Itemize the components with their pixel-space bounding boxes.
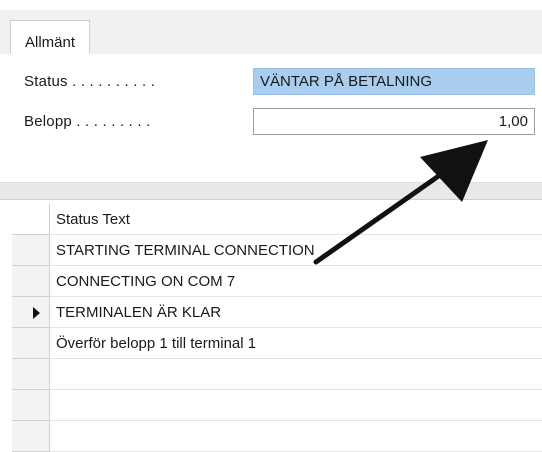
tab-bar: Allmänt: [0, 10, 542, 64]
status-text-cell[interactable]: Överför belopp 1 till terminal 1: [50, 328, 542, 359]
row-selector[interactable]: [12, 359, 50, 390]
status-label: Status . . . . . . . . . .: [24, 73, 156, 90]
status-text-cell[interactable]: STARTING TERMINAL CONNECTION: [50, 235, 542, 266]
table-row-current[interactable]: TERMINALEN ÄR KLAR: [0, 297, 542, 328]
table-row[interactable]: CONNECTING ON COM 7: [0, 266, 542, 297]
splitter-bar[interactable]: [0, 182, 542, 200]
status-text-cell[interactable]: [50, 421, 542, 452]
status-grid: Status Text STARTING TERMINAL CONNECTION…: [0, 200, 542, 452]
table-row[interactable]: [0, 390, 542, 421]
status-text-cell[interactable]: CONNECTING ON COM 7: [50, 266, 542, 297]
amount-label: Belopp . . . . . . . . .: [24, 113, 151, 130]
window-top-strip: [0, 0, 542, 10]
row-selector[interactable]: [12, 235, 50, 266]
status-field[interactable]: VÄNTAR PÅ BETALNING: [253, 68, 535, 95]
table-row[interactable]: STARTING TERMINAL CONNECTION: [0, 235, 542, 266]
table-row[interactable]: [0, 421, 542, 452]
row-selector[interactable]: [12, 328, 50, 359]
amount-field[interactable]: 1,00: [253, 108, 535, 135]
status-text-cell[interactable]: [50, 390, 542, 421]
row-selector[interactable]: [12, 266, 50, 297]
table-row[interactable]: [0, 359, 542, 390]
table-row[interactable]: Överför belopp 1 till terminal 1: [0, 328, 542, 359]
status-text-cell[interactable]: TERMINALEN ÄR KLAR: [50, 297, 542, 328]
status-text-cell[interactable]: [50, 359, 542, 390]
current-row-caret-icon: [33, 307, 40, 319]
grid-header-row: Status Text: [0, 204, 542, 235]
row-selector[interactable]: [12, 297, 50, 328]
row-selector[interactable]: [12, 421, 50, 452]
row-selector[interactable]: [12, 390, 50, 421]
column-header-status-text[interactable]: Status Text: [50, 204, 542, 235]
header-indicator-cell: [12, 204, 50, 235]
